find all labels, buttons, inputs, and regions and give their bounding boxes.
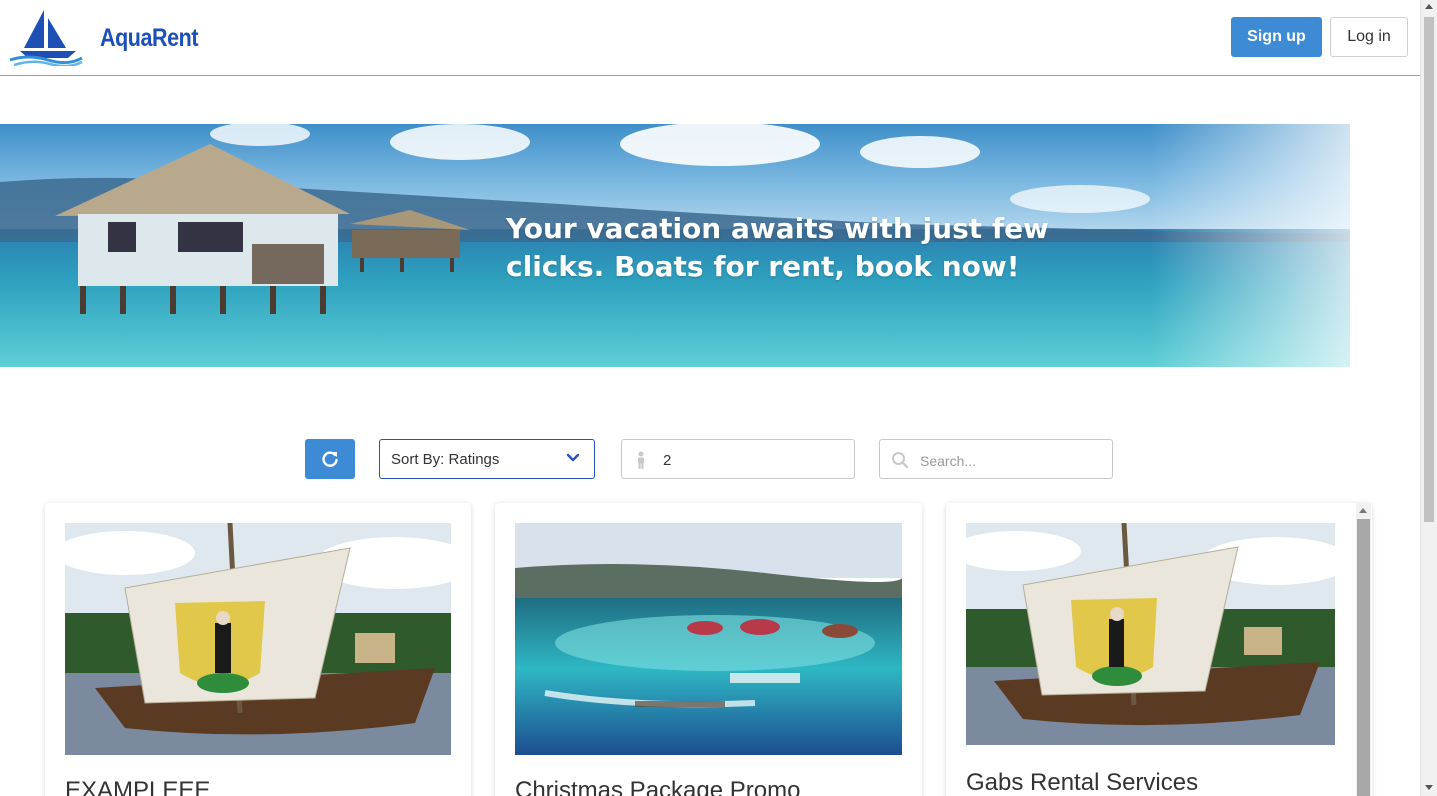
hero-banner: Your vacation awaits with just few click… [0, 124, 1420, 367]
listing-image[interactable] [65, 523, 451, 755]
page-scrollbar-thumb[interactable] [1424, 17, 1434, 522]
listing-image[interactable] [966, 523, 1335, 745]
listings-scrollbar-thumb[interactable] [1357, 519, 1370, 796]
login-button[interactable]: Log in [1330, 17, 1408, 57]
top-navbar: AquaRent Sign up Log in [0, 0, 1420, 76]
scroll-up-arrow-icon[interactable] [1359, 508, 1367, 513]
chevron-down-icon [566, 453, 580, 462]
page-scrollbar[interactable] [1420, 0, 1437, 796]
listing-title[interactable]: EXAMPLEEE [65, 777, 210, 796]
person-icon [638, 451, 644, 469]
listing-title[interactable]: Gabs Rental Services [966, 769, 1198, 796]
hero-tagline-line1: Your vacation awaits with just few [506, 212, 1049, 245]
guests-value: 2 [663, 452, 672, 469]
search-icon [892, 452, 909, 469]
sailboat-logo-icon[interactable] [8, 8, 84, 66]
listings-scrollbar[interactable] [1356, 503, 1371, 796]
brand-name[interactable]: AquaRent [100, 24, 199, 53]
hero-tagline: Your vacation awaits with just few click… [506, 210, 1106, 286]
hero-tagline-line2: clicks. Boats for rent, book now! [506, 250, 1020, 283]
search-placeholder: Search... [920, 453, 977, 469]
refresh-icon [322, 451, 338, 467]
search-input[interactable]: Search... [879, 439, 1113, 479]
refresh-button[interactable] [305, 439, 355, 479]
sort-select-value: Sort By: Ratings [391, 450, 500, 468]
scroll-up-arrow-icon[interactable] [1425, 4, 1433, 9]
signup-button[interactable]: Sign up [1231, 17, 1322, 57]
listing-card[interactable]: Gabs Rental Services [946, 503, 1372, 796]
sort-select[interactable]: Sort By: Ratings [379, 439, 595, 479]
listing-title[interactable]: Christmas Package Promo [515, 777, 800, 796]
listing-card[interactable]: EXAMPLEEE [45, 503, 471, 796]
scroll-down-arrow-icon[interactable] [1425, 785, 1433, 790]
page: AquaRent Sign up Log in Your vacation aw… [0, 0, 1437, 796]
listing-card[interactable]: Christmas Package Promo [495, 503, 922, 796]
listing-image[interactable] [515, 523, 902, 755]
guests-input[interactable]: 2 [621, 439, 855, 479]
